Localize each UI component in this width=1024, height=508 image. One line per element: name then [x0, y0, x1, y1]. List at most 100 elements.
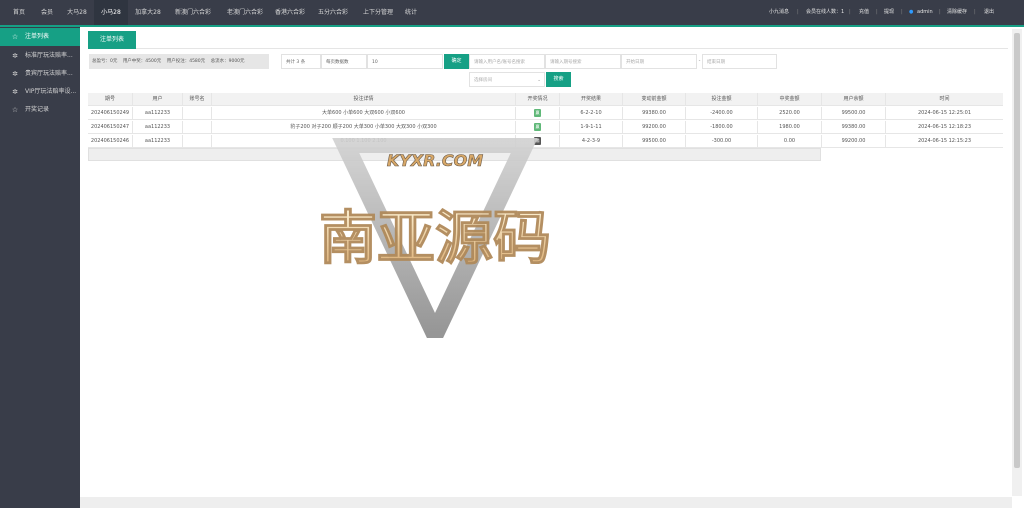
cell-account: [182, 121, 211, 134]
cell-bet-amount: -2400.00: [685, 107, 757, 120]
table-header: 期号 用户 账号名 投注详情 开奖情况 开奖结果 变动前金额 投注金额 中奖金额…: [88, 93, 1003, 106]
vertical-scrollbar[interactable]: [1012, 29, 1022, 496]
sound-toggle[interactable]: 小九消息: [769, 0, 789, 25]
total-profit: 总盈亏：0元: [92, 59, 118, 64]
cell-win-amount: 0.00: [757, 135, 821, 148]
user-bet-total: 用户投注：4580元: [166, 59, 206, 64]
nav-credit-management[interactable]: 上下分管理: [358, 0, 398, 25]
gear-icon: ✲: [12, 88, 18, 96]
nav-canada28[interactable]: 加拿大28: [132, 0, 164, 25]
online-count: 会员在线人数：1: [806, 9, 845, 15]
nav-hk-mark6[interactable]: 香港六合彩: [270, 0, 310, 25]
sidebar-item-draw-records[interactable]: ☆ 开奖记录: [0, 101, 80, 119]
table-row: 202406150249 aa112233 大单600 小单600 大双600 …: [88, 107, 1003, 120]
cell-draw-status: 赢: [515, 107, 559, 120]
end-date-input[interactable]: 结束日期: [702, 54, 777, 69]
user-win-total: 用户中奖：4500元: [122, 59, 162, 64]
status-badge: 赢: [534, 122, 541, 131]
search-button[interactable]: 搜索: [546, 72, 571, 87]
start-date-input[interactable]: 开始日期: [621, 54, 697, 69]
sidebar-item-vip-guest-odds[interactable]: ✲ 贵宾厅玩法赔率...: [0, 65, 80, 83]
sidebar-item-label: 注单列表: [25, 33, 50, 40]
user-search-input[interactable]: 请输入用户名/账号名搜索: [469, 54, 545, 69]
header-user: 用户: [132, 93, 182, 106]
gear-icon: ✲: [12, 52, 18, 60]
withdraw-link[interactable]: 提现: [884, 0, 894, 25]
horizontal-scrollbar[interactable]: [80, 497, 1012, 508]
room-select[interactable]: 选择房间 ⌄: [469, 72, 545, 87]
top-navbar: 首页 会员 大马28 小马28 加拿大28 新澳门六合彩 老澳门六合彩 香港六合…: [0, 0, 1024, 27]
cell-user: aa112233: [132, 135, 182, 148]
watermark: KYXR.COM 南亚源码: [295, 135, 575, 356]
sidebar-item-label: 开奖记录: [25, 106, 50, 113]
header-before-amount: 变动前金额: [622, 93, 685, 106]
nav-xiaoma28[interactable]: 小马28: [94, 0, 128, 25]
nav-5min-mark6[interactable]: 五分六合彩: [313, 0, 353, 25]
watermark-title: 南亚源码: [319, 204, 551, 272]
confirm-button[interactable]: 确定: [444, 54, 469, 69]
sidebar-item-vip-odds[interactable]: ✲ VIP厅玩法赔率设...: [0, 83, 80, 101]
cell-win-amount: 1980.00: [757, 121, 821, 134]
clear-cache-link[interactable]: 清除缓存: [947, 0, 967, 25]
cell-draw-result: 6-2-2-10: [559, 107, 622, 120]
period-search-input[interactable]: 请输入期号搜索: [545, 54, 621, 69]
cell-user: aa112233: [132, 107, 182, 120]
nav-home[interactable]: 首页: [8, 0, 30, 25]
scrollbar-thumb[interactable]: [1014, 33, 1020, 468]
nav-separator: |: [939, 9, 941, 15]
header-balance: 用户余额: [821, 93, 885, 106]
cell-before-amount: 99380.00: [622, 107, 685, 120]
cell-period: 202406150247: [90, 124, 130, 130]
sidebar-item-label: 标准厅玩法赔率...: [25, 52, 73, 59]
header-bet-detail: 投注详情: [211, 93, 515, 106]
cell-draw-status: 赢: [515, 121, 559, 134]
sidebar-item-standard-odds[interactable]: ✲ 标准厅玩法赔率...: [0, 47, 80, 65]
gear-icon: ✲: [12, 70, 18, 78]
cell-balance: 99200.00: [821, 135, 885, 148]
summary-bar: 总盈亏：0元 用户中奖：4500元 用户投注：4580元 总流水：9000元: [89, 54, 269, 69]
user-icon: ●: [909, 9, 914, 15]
room-select-value: 选择房间: [474, 78, 492, 83]
cell-period: 202406150249: [90, 110, 130, 116]
header-bet-amount: 投注金额: [685, 93, 757, 106]
cell-period: 202406150246: [90, 138, 130, 144]
sidebar-item-label: VIP厅玩法赔率设...: [25, 88, 77, 95]
cell-before-amount: 99200.00: [622, 121, 685, 134]
cell-time: 2024-06-15 12:15:23: [885, 135, 1003, 148]
cell-time: 2024-06-15 12:25:01: [885, 107, 1003, 120]
table-row: 202406150247 aa112233 豹子200 对子200 顺子200 …: [88, 121, 1003, 134]
chevron-down-icon: ⌄: [537, 78, 541, 83]
recharge-link[interactable]: 充值: [859, 0, 869, 25]
header-draw-status: 开奖情况: [515, 93, 559, 106]
header-time: 时间: [885, 93, 1003, 106]
cell-win-amount: 2520.00: [757, 107, 821, 120]
header-period: 期号: [104, 96, 115, 102]
cell-before-amount: 99500.00: [622, 135, 685, 148]
sidebar-item-bet-list[interactable]: ☆ 注单列表: [0, 28, 80, 46]
cell-account: [182, 107, 211, 120]
nav-dama28[interactable]: 大马28: [63, 0, 91, 25]
cell-time: 2024-06-15 12:18:23: [885, 121, 1003, 134]
cell-bet-amount: -300.00: [685, 135, 757, 148]
cell-bet-detail: 豹子200 对子200 顺子200 大单300 小单300 大双300 小双30…: [211, 121, 515, 134]
nav-separator: |: [797, 9, 799, 15]
admin-user-menu[interactable]: admin: [917, 0, 933, 25]
cell-bet-detail: 大单600 小单600 大双600 小双600: [211, 107, 515, 120]
sidebar: ☆ 注单列表 ✲ 标准厅玩法赔率... ✲ 贵宾厅玩法赔率... ✲ VIP厅玩…: [0, 27, 80, 508]
nav-statistics[interactable]: 统计: [402, 0, 420, 25]
header-draw-result: 开奖结果: [559, 93, 622, 106]
total-count: 共计 3 条: [281, 54, 321, 69]
header-account: 账号名: [182, 93, 211, 106]
watermark-logo: KYXR.COM 南亚源码: [318, 135, 552, 356]
nav-separator: |: [974, 9, 976, 15]
per-page-input[interactable]: 10: [367, 54, 443, 69]
logout-link[interactable]: 退出: [984, 0, 994, 25]
nav-members[interactable]: 会员: [36, 0, 58, 25]
cell-bet-amount: -1800.00: [685, 121, 757, 134]
star-icon: ☆: [11, 106, 19, 114]
cell-balance: 99500.00: [821, 107, 885, 120]
header-win-amount: 中奖金额: [757, 93, 821, 106]
tab-bet-list[interactable]: 注单列表: [88, 31, 136, 49]
nav-new-macau-mark6[interactable]: 新澳门六合彩: [170, 0, 216, 25]
nav-old-macau-mark6[interactable]: 老澳门六合彩: [222, 0, 268, 25]
